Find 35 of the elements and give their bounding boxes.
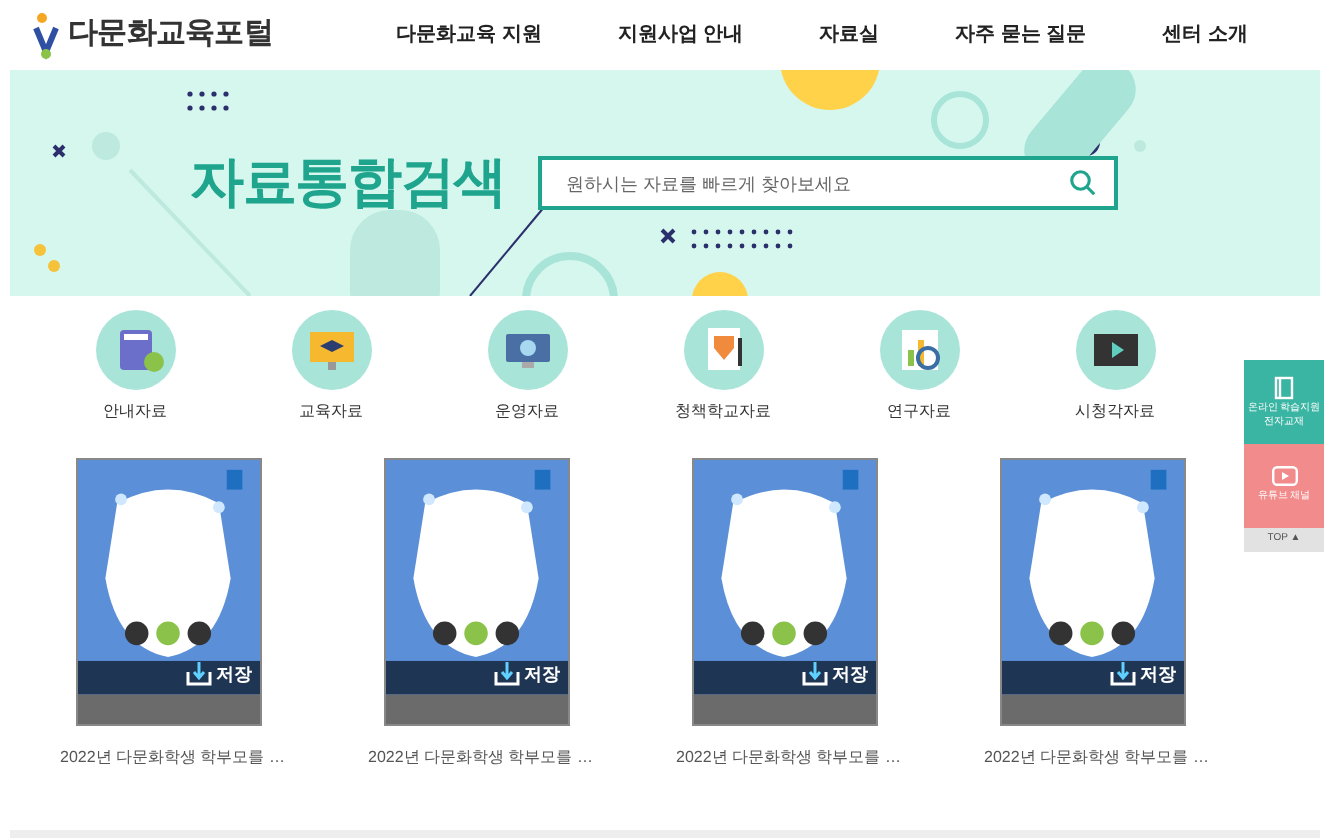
- material-title[interactable]: 2022년 다문화학생 학부모를 …: [984, 746, 1209, 770]
- monitor-icon[interactable]: [487, 310, 567, 390]
- book-icon: [1274, 375, 1294, 399]
- category-label[interactable]: 청책학교자료: [675, 400, 771, 424]
- book-cover[interactable]: 저장: [76, 458, 262, 726]
- category-label[interactable]: 시청각자료: [1075, 400, 1155, 424]
- nav-link[interactable]: 자료실: [819, 20, 880, 50]
- chart-icon[interactable]: [879, 310, 959, 390]
- material-title[interactable]: 2022년 다문화학생 학부모를 …: [60, 746, 285, 770]
- nav-link[interactable]: 다문화교육 지원: [396, 20, 542, 50]
- play-icon: [1271, 466, 1297, 487]
- category-label[interactable]: 교육자료: [299, 400, 363, 424]
- category-label[interactable]: 운영자료: [495, 400, 559, 424]
- banner-title: 자료통합검색: [190, 150, 506, 217]
- video-icon[interactable]: [1075, 310, 1155, 390]
- nav-link[interactable]: 자주 묻는 질문: [955, 20, 1087, 50]
- download-icon: [494, 662, 520, 687]
- download-icon: [186, 662, 212, 687]
- book-cover[interactable]: 저장: [1000, 458, 1186, 726]
- book-cover[interactable]: 저장: [384, 458, 570, 726]
- download-icon: [802, 662, 828, 687]
- nav-link[interactable]: 지원사업 안내: [617, 20, 744, 50]
- category-label[interactable]: 안내자료: [103, 400, 167, 424]
- material-title[interactable]: 2022년 다문화학생 학부모를 …: [676, 746, 901, 770]
- search-icon[interactable]: [1067, 168, 1098, 198]
- search-field[interactable]: 원하시는 자료를 빠르게 찾아보세요: [537, 156, 1118, 210]
- logo-icon: [32, 11, 60, 59]
- category-label[interactable]: 연구자료: [887, 400, 951, 424]
- monitor-icon[interactable]: [291, 310, 371, 390]
- logo-text[interactable]: 다문화교육포털: [68, 12, 273, 58]
- material-title[interactable]: 2022년 다문화학생 학부모를 …: [368, 746, 593, 770]
- download-icon: [1110, 662, 1136, 687]
- nav-link[interactable]: 센터 소개: [1162, 20, 1248, 50]
- book-icon[interactable]: [95, 310, 175, 390]
- book-cover[interactable]: 저장: [692, 458, 878, 726]
